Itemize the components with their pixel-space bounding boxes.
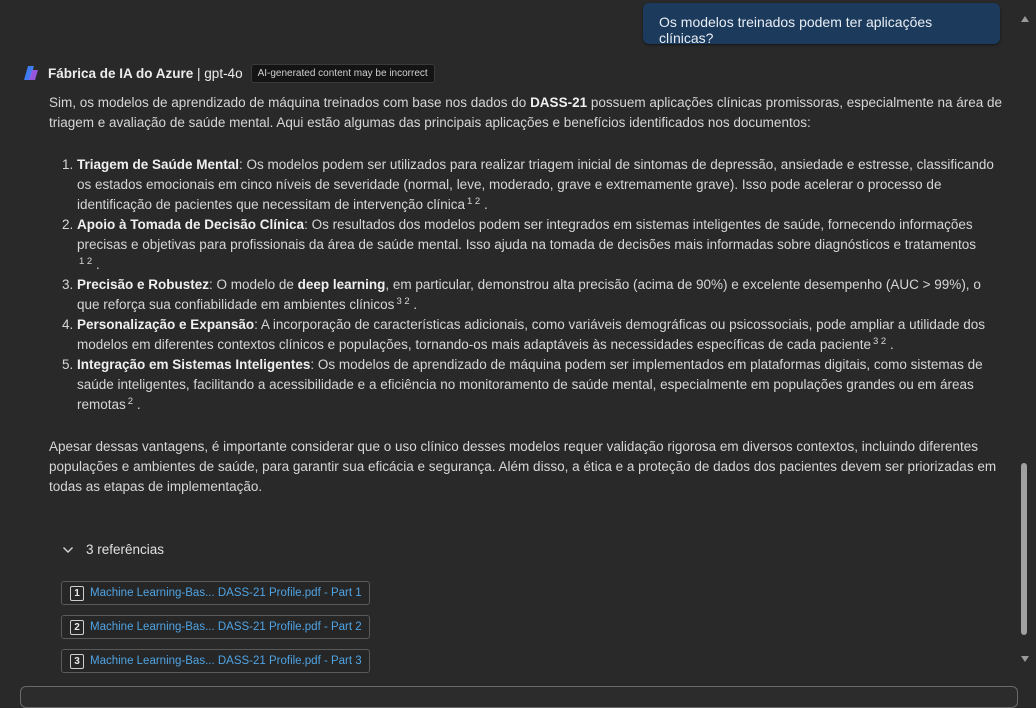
scrollbar[interactable]	[1019, 16, 1029, 662]
closing-paragraph: Apesar dessas vantagens, é importante co…	[49, 439, 997, 494]
citation[interactable]: 3 2	[873, 336, 886, 347]
assistant-name: Fábrica de IA do Azure | gpt-4o	[48, 65, 243, 81]
citation[interactable]: 1 2	[79, 256, 92, 267]
user-message-bubble: Os modelos treinados podem ter aplicaçõe…	[643, 3, 1000, 46]
reference-link[interactable]: Machine Learning-Bas... DASS-21 Profile.…	[90, 621, 362, 633]
chat-input[interactable]	[20, 686, 1018, 708]
reference-card-1[interactable]: 1 Machine Learning-Bas... DASS-21 Profil…	[61, 581, 370, 605]
citation[interactable]: 2	[128, 396, 133, 407]
list-item: Triagem de Saúde Mental: Os modelos pode…	[77, 155, 1004, 215]
scrollbar-thumb[interactable]	[1021, 463, 1027, 635]
reference-card-3[interactable]: 3 Machine Learning-Bas... DASS-21 Profil…	[61, 649, 370, 673]
azure-ai-foundry-logo-icon	[24, 66, 38, 80]
scroll-down-arrow-icon[interactable]	[1021, 656, 1029, 662]
list-item: Personalização e Expansão: A incorporaçã…	[77, 315, 1004, 355]
list-item: Integração em Sistemas Inteligentes: Os …	[77, 355, 1004, 415]
citation[interactable]: 3 2	[396, 296, 409, 307]
scroll-up-arrow-icon[interactable]	[1021, 16, 1029, 22]
applications-list: Triagem de Saúde Mental: Os modelos pode…	[49, 155, 1004, 415]
ai-disclaimer-badge: AI-generated content may be incorrect	[250, 63, 435, 83]
reference-number: 1	[70, 585, 84, 601]
user-message-text: Os modelos treinados podem ter aplicaçõe…	[659, 14, 933, 46]
citation[interactable]: 1 2	[467, 196, 480, 207]
reference-link[interactable]: Machine Learning-Bas... DASS-21 Profile.…	[90, 655, 362, 667]
list-item: Apoio à Tomada de Decisão Clínica: Os re…	[77, 215, 1004, 275]
chevron-down-icon	[63, 546, 73, 553]
references-toggle[interactable]: 3 referências	[62, 542, 164, 557]
reference-link[interactable]: Machine Learning-Bas... DASS-21 Profile.…	[90, 587, 362, 599]
reference-card-2[interactable]: 2 Machine Learning-Bas... DASS-21 Profil…	[61, 615, 370, 639]
reference-number: 3	[70, 653, 84, 669]
assistant-header: Fábrica de IA do Azure | gpt-4o AI-gener…	[23, 62, 435, 84]
references-toggle-label: 3 referências	[86, 542, 165, 557]
intro-paragraph: Sim, os modelos de aprendizado de máquin…	[49, 95, 1003, 130]
assistant-message: Sim, os modelos de aprendizado de máquin…	[49, 93, 1004, 497]
list-item: Precisão e Robustez: O modelo de deep le…	[77, 275, 1004, 315]
reference-number: 2	[70, 619, 84, 635]
